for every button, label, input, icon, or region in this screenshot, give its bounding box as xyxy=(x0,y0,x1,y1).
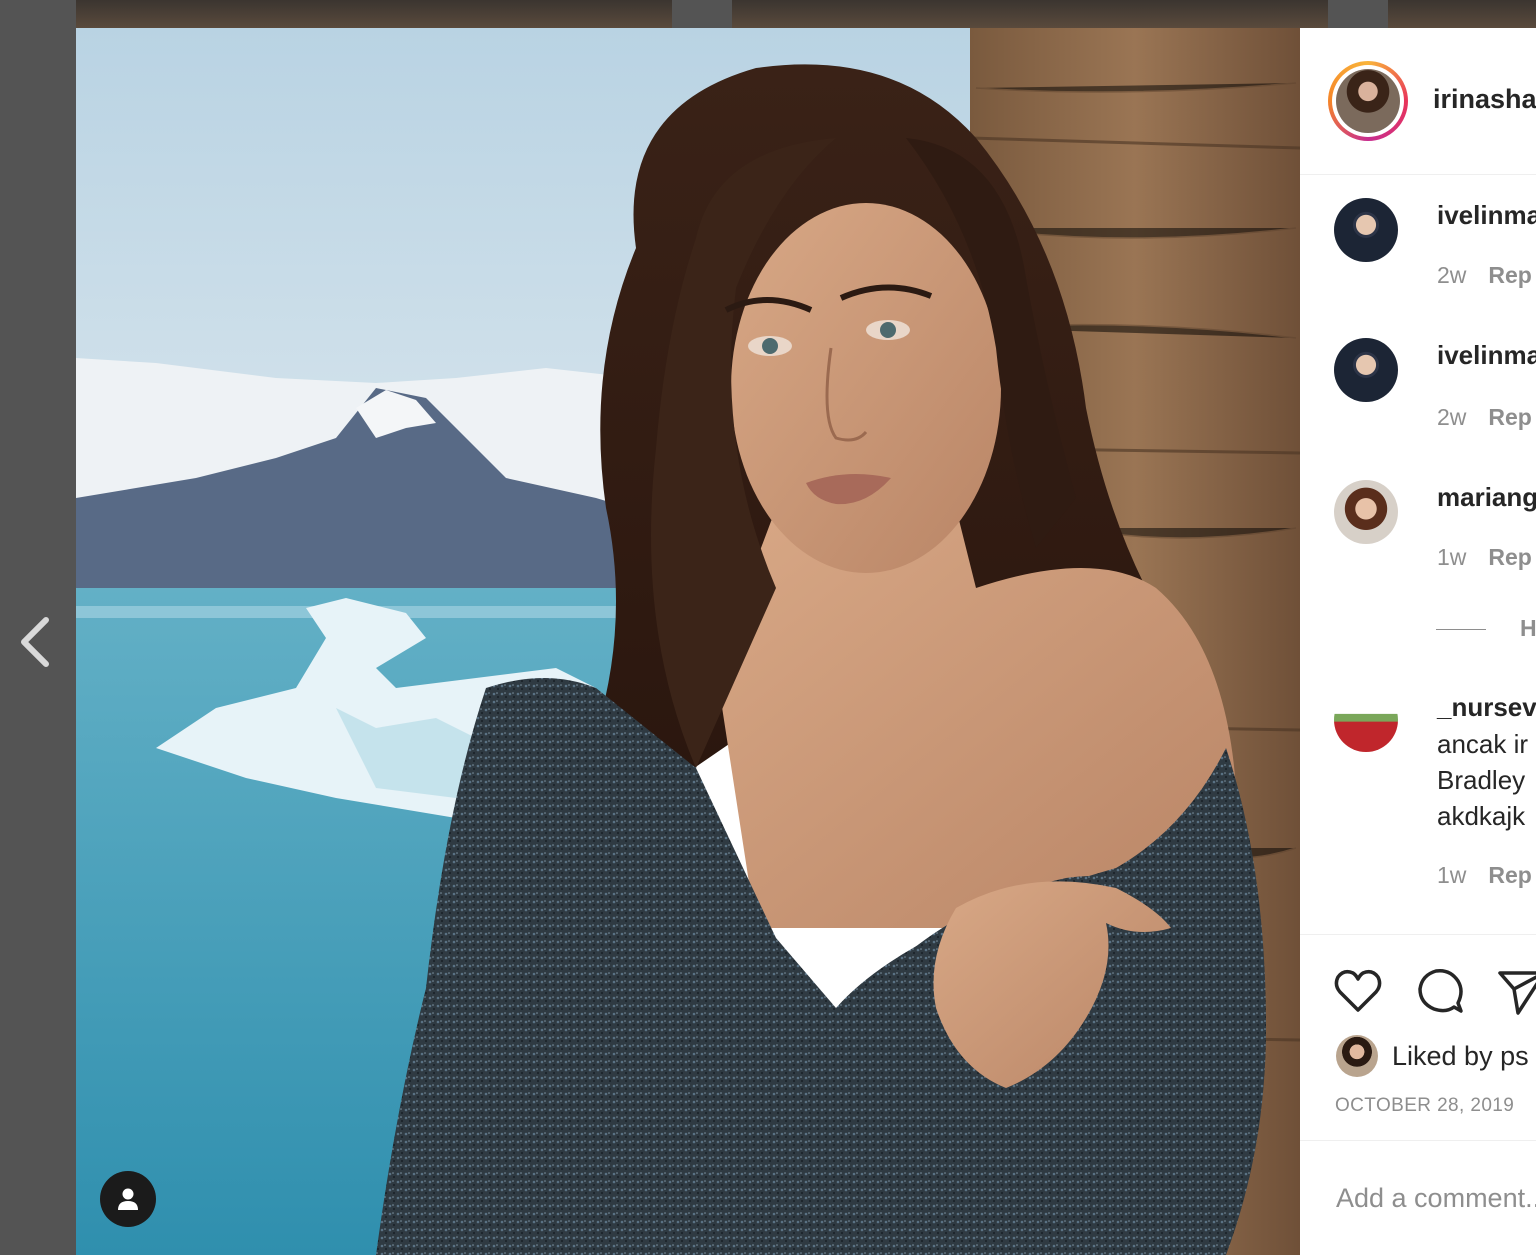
background-post-thumbnail xyxy=(1388,0,1536,28)
owner-username[interactable]: irinashay xyxy=(1433,84,1536,115)
commenter-avatar[interactable] xyxy=(1334,198,1398,262)
owner-avatar xyxy=(1336,69,1400,133)
comment-icon[interactable] xyxy=(1414,965,1466,1017)
add-comment-section xyxy=(1300,1140,1536,1255)
comment-time: 1w xyxy=(1437,862,1467,888)
owner-story-ring[interactable] xyxy=(1328,61,1408,141)
post-details-panel: irinashay ivelinma 2wRep ivelinma 2wRep … xyxy=(1300,28,1536,1255)
tagged-users-button[interactable] xyxy=(100,1171,156,1227)
chevron-left-icon xyxy=(21,617,49,667)
commenter-avatar[interactable] xyxy=(1334,688,1398,752)
comment-text-line: ancak ir xyxy=(1437,729,1529,759)
post-modal: irinashay ivelinma 2wRep ivelinma 2wRep … xyxy=(76,28,1536,1255)
post-header: irinashay xyxy=(1300,28,1536,175)
comment-time: 2w xyxy=(1437,404,1467,430)
post-photo-illustration xyxy=(76,28,1300,1255)
user-tag-icon xyxy=(118,1188,138,1210)
hide-replies-button[interactable]: H xyxy=(1436,615,1536,642)
reply-button[interactable]: Rep xyxy=(1488,262,1531,288)
comment-meta: 1w Rep xyxy=(1437,544,1532,571)
liker-avatar xyxy=(1336,1035,1378,1077)
heart-icon[interactable] xyxy=(1332,965,1384,1017)
comment-meta: 2w Rep xyxy=(1437,404,1532,431)
previous-post-button[interactable] xyxy=(14,612,56,672)
comment-username[interactable]: mariang xyxy=(1437,482,1536,513)
comment-time: 1w xyxy=(1437,544,1467,570)
background-post-thumbnail xyxy=(76,0,672,28)
commenter-avatar[interactable] xyxy=(1334,480,1398,544)
comment-text-line: akdkajk xyxy=(1437,801,1526,831)
reply-button[interactable]: Rep xyxy=(1488,862,1531,888)
comment-meta: 2w Rep xyxy=(1437,262,1532,289)
comment-meta: 1w Rep xyxy=(1437,862,1532,889)
background-post-thumbnail xyxy=(732,0,1328,28)
comment-username[interactable]: ivelinma xyxy=(1437,200,1536,231)
comment-username[interactable]: ivelinma xyxy=(1437,340,1536,371)
hide-replies-label: H xyxy=(1520,615,1536,641)
divider-line xyxy=(1436,629,1486,631)
reply-button[interactable]: Rep xyxy=(1488,404,1531,430)
likes-text: Liked by ps xyxy=(1392,1040,1529,1071)
comment-text-line: Bradley xyxy=(1437,765,1526,795)
post-photo[interactable] xyxy=(76,28,1300,1255)
comment-username[interactable]: _nursev xyxy=(1437,692,1536,723)
comment-time: 2w xyxy=(1437,262,1467,288)
likes-summary[interactable]: Liked by ps xyxy=(1336,1031,1529,1081)
post-date[interactable]: OCTOBER 28, 2019 xyxy=(1335,1095,1514,1117)
add-comment-input[interactable] xyxy=(1334,1177,1536,1219)
commenter-avatar[interactable] xyxy=(1334,338,1398,402)
share-icon[interactable] xyxy=(1496,965,1536,1017)
reply-button[interactable]: Rep xyxy=(1488,544,1531,570)
